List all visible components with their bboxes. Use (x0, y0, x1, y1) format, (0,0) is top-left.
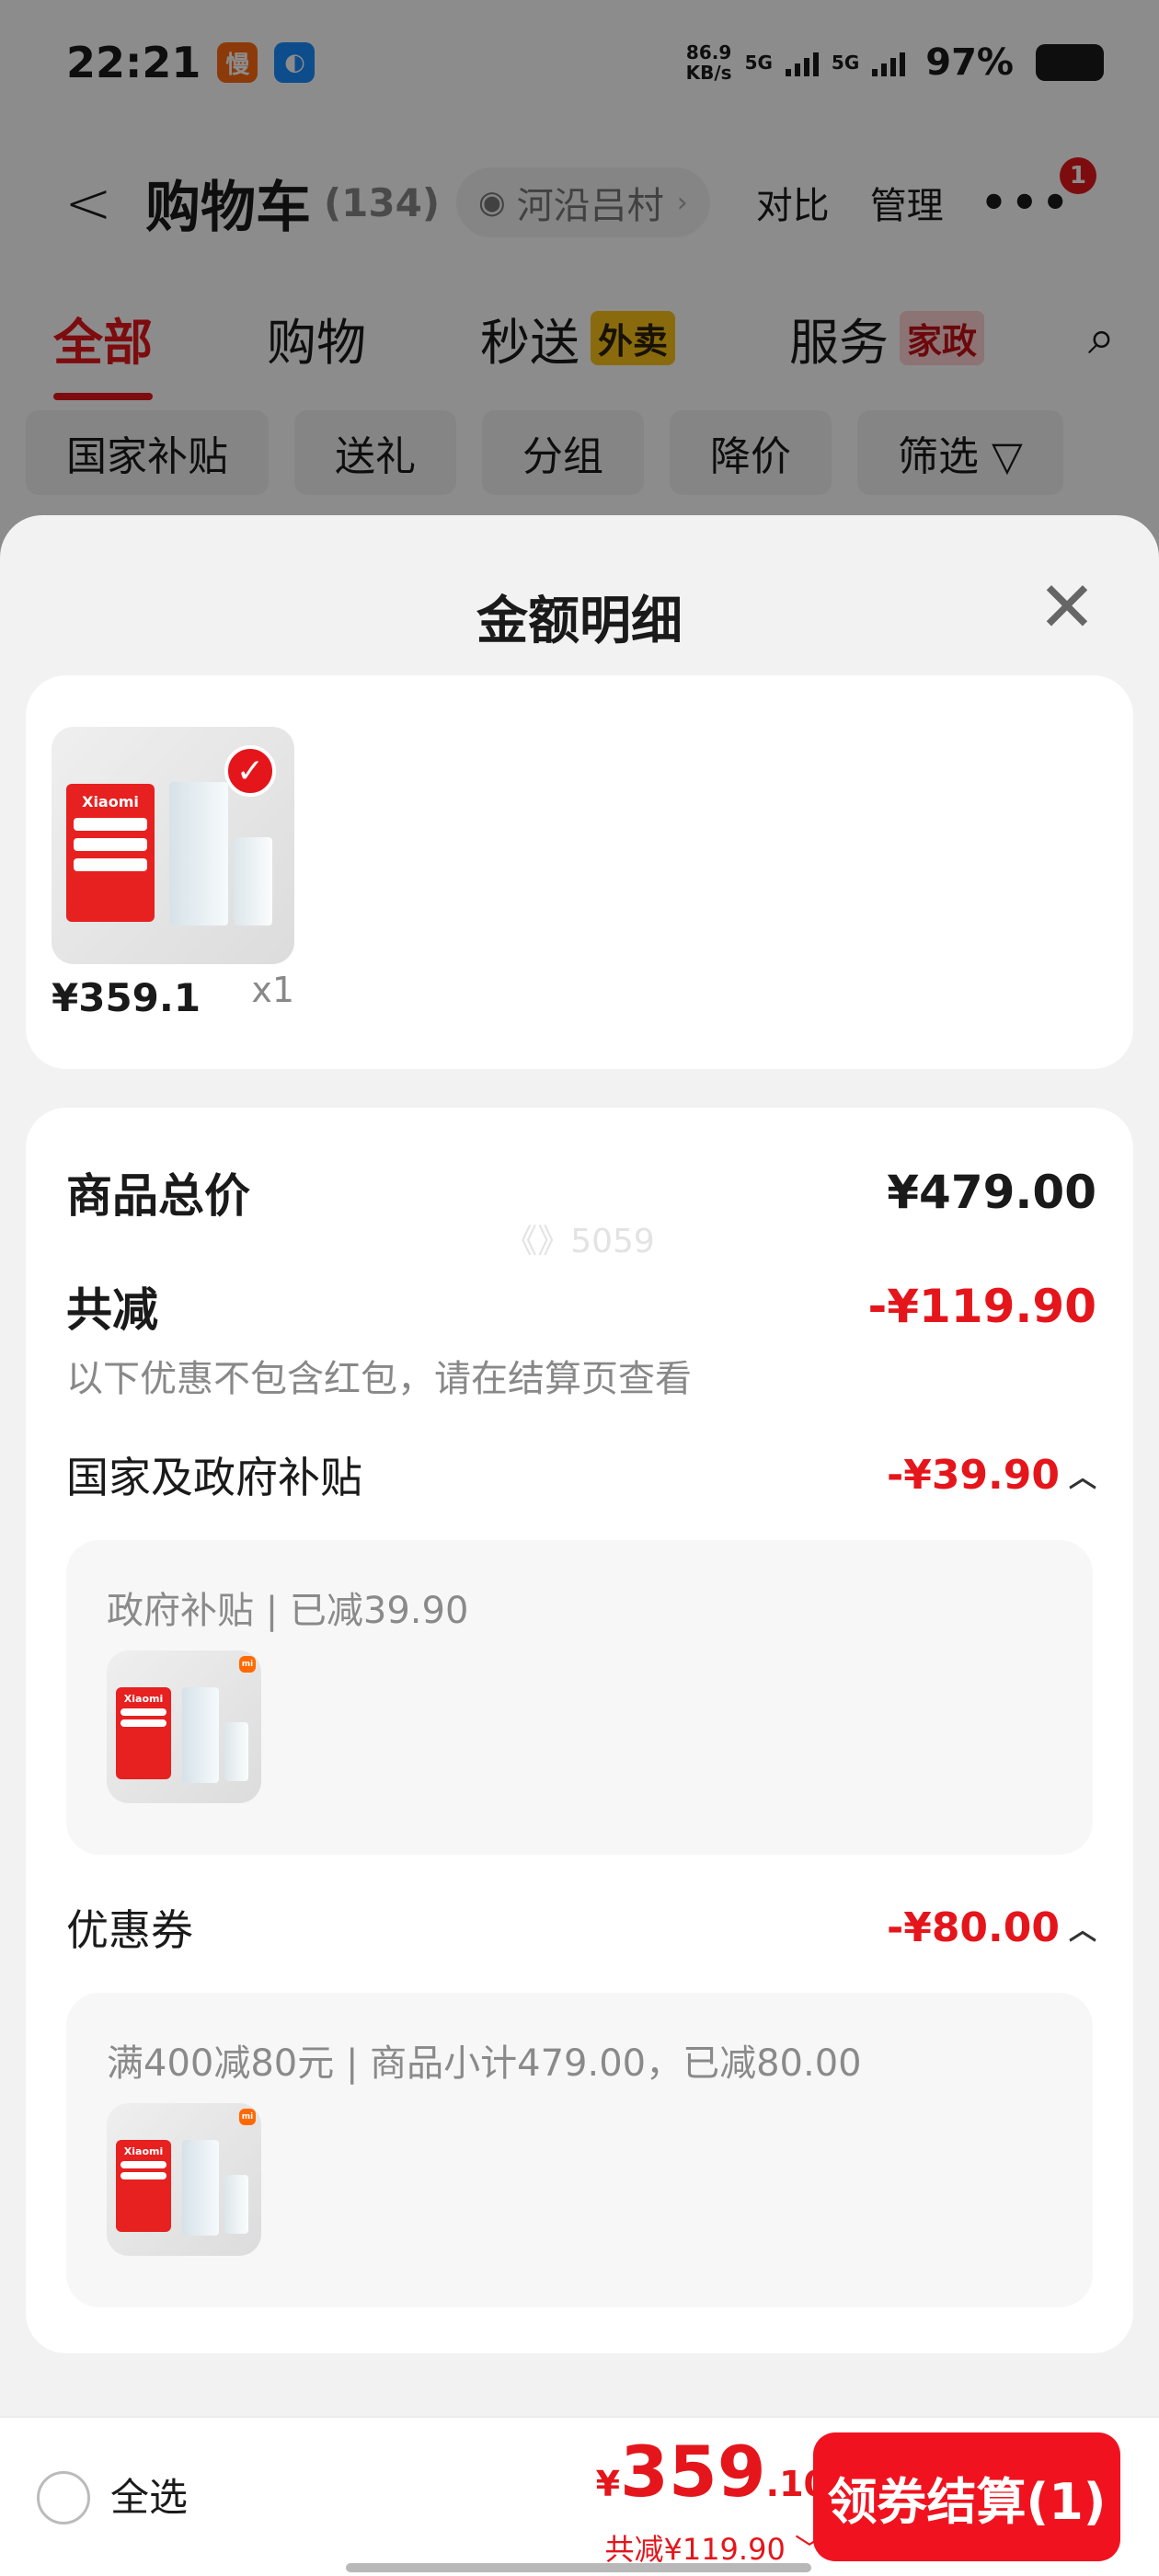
total-amount: ¥ 359 .10 (596, 2431, 828, 2513)
coupon-detail: 满400减80元 | 商品小计479.00，已减80.00 Xiaomi mi (66, 1993, 1093, 2307)
coupon-value: -¥80.00 (886, 1903, 1060, 1951)
router-unit-small-small (224, 1722, 248, 1781)
coupon-row[interactable]: 优惠券 -¥80.00 ︿ (66, 1897, 1096, 1958)
chevron-up-icon: ︿ (1069, 1462, 1096, 1494)
gov-subsidy-detail-text: 政府补贴 | 已减39.90 (107, 1590, 469, 1632)
price-breakdown-card: 商品总价 ¥479.00 共减 -¥119.90 以下优惠不包含红包，请在结算页… (26, 1108, 1133, 2353)
product-poster-small: Xiaomi (116, 1687, 171, 1779)
coupon-label: 优惠券 (66, 1905, 193, 1955)
close-icon[interactable]: ✕ (1030, 570, 1104, 644)
router-unit-small-small-2 (224, 2175, 248, 2234)
product-item[interactable]: Xiaomi ✓ ¥359.1 x1 (52, 727, 294, 1020)
router-unit-large (169, 782, 228, 926)
select-all-label[interactable]: 全选 (110, 2471, 188, 2524)
selected-check-icon: ✓ (224, 745, 276, 797)
watermark: 《》5059 (504, 1223, 655, 1260)
chevron-up-icon: ︿ (1069, 1915, 1096, 1947)
mi-logo-icon: mi (239, 1656, 256, 1673)
total-price-value: ¥479.00 (887, 1166, 1096, 1219)
gov-subsidy-label: 国家及政府补贴 (66, 1453, 362, 1502)
product-poster: Xiaomi (66, 784, 155, 922)
product-quantity: x1 (251, 970, 294, 1010)
amount-integer: 359 (620, 2431, 766, 2513)
currency-symbol: ¥ (595, 2464, 621, 2504)
modal-overlay[interactable] (0, 0, 1159, 552)
poster-brand-text-small: Xiaomi (123, 1693, 164, 1705)
poster-brand-text-small-2: Xiaomi (123, 2145, 164, 2157)
home-indicator[interactable] (346, 2563, 811, 2572)
gov-subsidy-value: -¥39.90 (886, 1451, 1060, 1499)
gov-subsidy-row[interactable]: 国家及政府补贴 -¥39.90 ︿ (66, 1444, 1096, 1505)
mi-logo-icon: mi (239, 2109, 256, 2125)
poster-brand-text: Xiaomi (82, 793, 139, 811)
select-all-radio[interactable] (37, 2471, 90, 2524)
gov-subsidy-product-image: Xiaomi mi (107, 1650, 261, 1803)
product-poster-small-2: Xiaomi (116, 2140, 171, 2232)
product-card: Xiaomi ✓ ¥359.1 x1 (26, 675, 1133, 1069)
router-unit-small (234, 837, 272, 926)
checkout-bar: 全选 ¥ 359 .10 共减¥119.90 ﹀ 领券结算(1) (0, 2416, 1159, 2576)
discount-note: 以下优惠不包含红包，请在结算页查看 (66, 1358, 692, 1400)
coupon-product-image: Xiaomi mi (107, 2103, 261, 2256)
gov-subsidy-detail: 政府补贴 | 已减39.90 Xiaomi mi (66, 1540, 1093, 1855)
coupon-detail-text: 满400减80元 | 商品小计479.00，已减80.00 (107, 2042, 862, 2085)
product-image: Xiaomi ✓ (52, 727, 294, 964)
saved-amount: 共减¥119.90 (604, 2532, 786, 2567)
product-price: ¥359.1 (52, 975, 201, 1020)
discount-label: 共减 (66, 1283, 158, 1337)
discount-value: -¥119.90 (867, 1280, 1097, 1333)
discount-row: 共减 -¥119.90 (66, 1273, 1096, 1340)
router-unit-large-small-2 (182, 2140, 219, 2236)
checkout-button[interactable]: 领券结算(1) (813, 2432, 1120, 2561)
router-unit-large-small (182, 1687, 219, 1783)
sheet-title: 金额明细 (476, 592, 683, 651)
amount-detail-sheet: 金额明细 ✕ Xiaomi ✓ ¥359.1 x1 商品总价 ¥479.00 共… (0, 515, 1159, 2576)
